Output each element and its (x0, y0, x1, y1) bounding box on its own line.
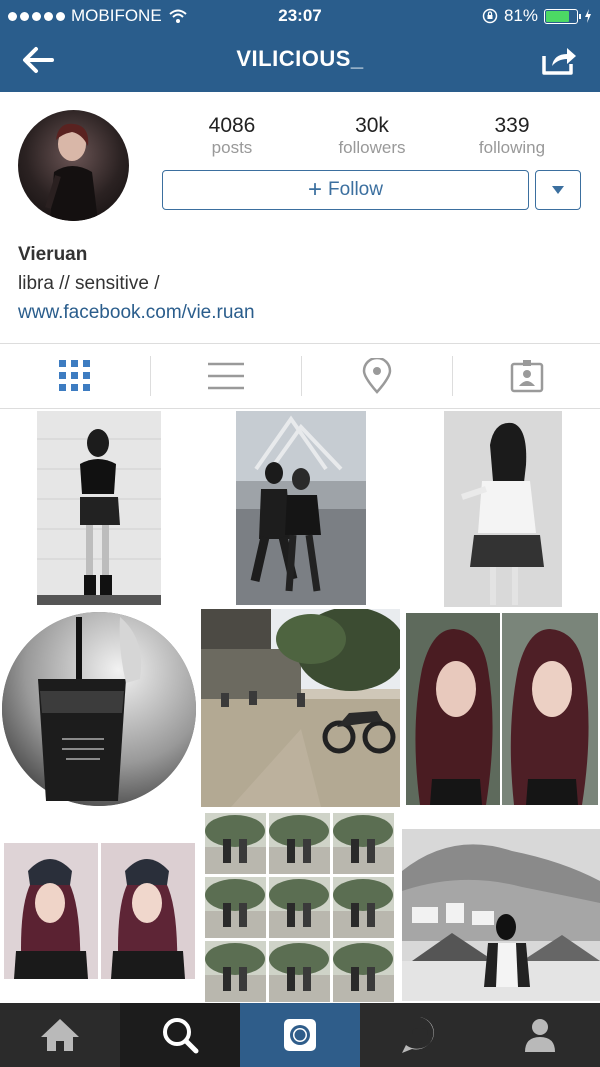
follow-button[interactable]: + Follow (162, 170, 529, 210)
rotation-lock-icon (482, 8, 498, 24)
following-label: following (478, 138, 546, 157)
tab-camera[interactable] (240, 1003, 360, 1067)
profile-avatar[interactable] (18, 110, 129, 221)
following-count[interactable]: 339 following (442, 114, 582, 158)
profile-icon (525, 1019, 555, 1052)
tab-grid-view[interactable] (0, 344, 150, 408)
plus-icon: + (308, 176, 323, 203)
photo-thumbnail[interactable] (201, 811, 400, 1003)
battery-status: 81% (482, 6, 592, 26)
photo-thumbnail[interactable] (402, 811, 600, 1003)
profile-view-tabs (0, 343, 600, 409)
photo-thumbnail[interactable] (201, 409, 400, 609)
followers-count[interactable]: 30k followers (302, 114, 442, 158)
profile-website-link[interactable]: www.facebook.com/vie.ruan (18, 302, 255, 324)
charging-icon (585, 9, 591, 23)
profile-stats: 4086 posts 30k followers 339 following (162, 114, 582, 160)
header-bar: MOBIFONE 23:07 81% VILICIOUS_ (0, 0, 600, 92)
follow-label: Follow (328, 179, 383, 200)
tab-tagged-view[interactable] (452, 344, 600, 408)
photo-thumbnail[interactable] (0, 409, 199, 609)
battery-icon (544, 8, 581, 24)
status-bar: MOBIFONE 23:07 81% (0, 0, 600, 30)
photo-thumbnail[interactable] (402, 609, 600, 809)
tab-home[interactable] (0, 1003, 120, 1067)
profile-full-name: Vieruan (18, 244, 88, 265)
camera-icon (284, 1019, 316, 1051)
tagged-photos-icon (510, 360, 544, 393)
followers-label: followers (338, 138, 406, 157)
tab-activity[interactable] (360, 1003, 480, 1067)
photo-thumbnail[interactable] (201, 609, 400, 809)
follow-options-button[interactable] (535, 170, 581, 210)
tab-search[interactable] (120, 1003, 240, 1067)
list-view-icon (208, 362, 244, 390)
photo-thumbnail[interactable] (0, 609, 199, 809)
tab-profile[interactable] (480, 1003, 600, 1067)
profile-bio: libra // sensitive / (18, 273, 160, 294)
followers-value: 30k (355, 114, 389, 137)
avatar-photo (45, 123, 98, 221)
profile-username-title: VILICIOUS_ (236, 46, 364, 71)
share-icon (542, 48, 576, 75)
photo-thumbnail[interactable] (402, 409, 600, 609)
search-icon (163, 1018, 199, 1054)
following-value: 339 (494, 114, 530, 137)
photo-grid (0, 409, 600, 1003)
photo-thumbnail[interactable] (0, 811, 199, 1003)
chevron-down-icon (552, 186, 564, 194)
share-button[interactable] (540, 44, 580, 80)
grid-view-icon (59, 360, 90, 391)
tab-map-view[interactable] (302, 344, 452, 408)
activity-heart-icon (402, 1017, 434, 1053)
posts-count[interactable]: 4086 posts (162, 114, 302, 158)
home-icon (41, 1019, 79, 1051)
battery-percent: 81% (503, 6, 538, 25)
bottom-tab-bar (0, 1003, 600, 1067)
posts-value: 4086 (208, 114, 256, 137)
tab-list-view[interactable] (151, 344, 301, 408)
posts-label: posts (211, 138, 253, 157)
map-pin-icon (362, 358, 392, 394)
